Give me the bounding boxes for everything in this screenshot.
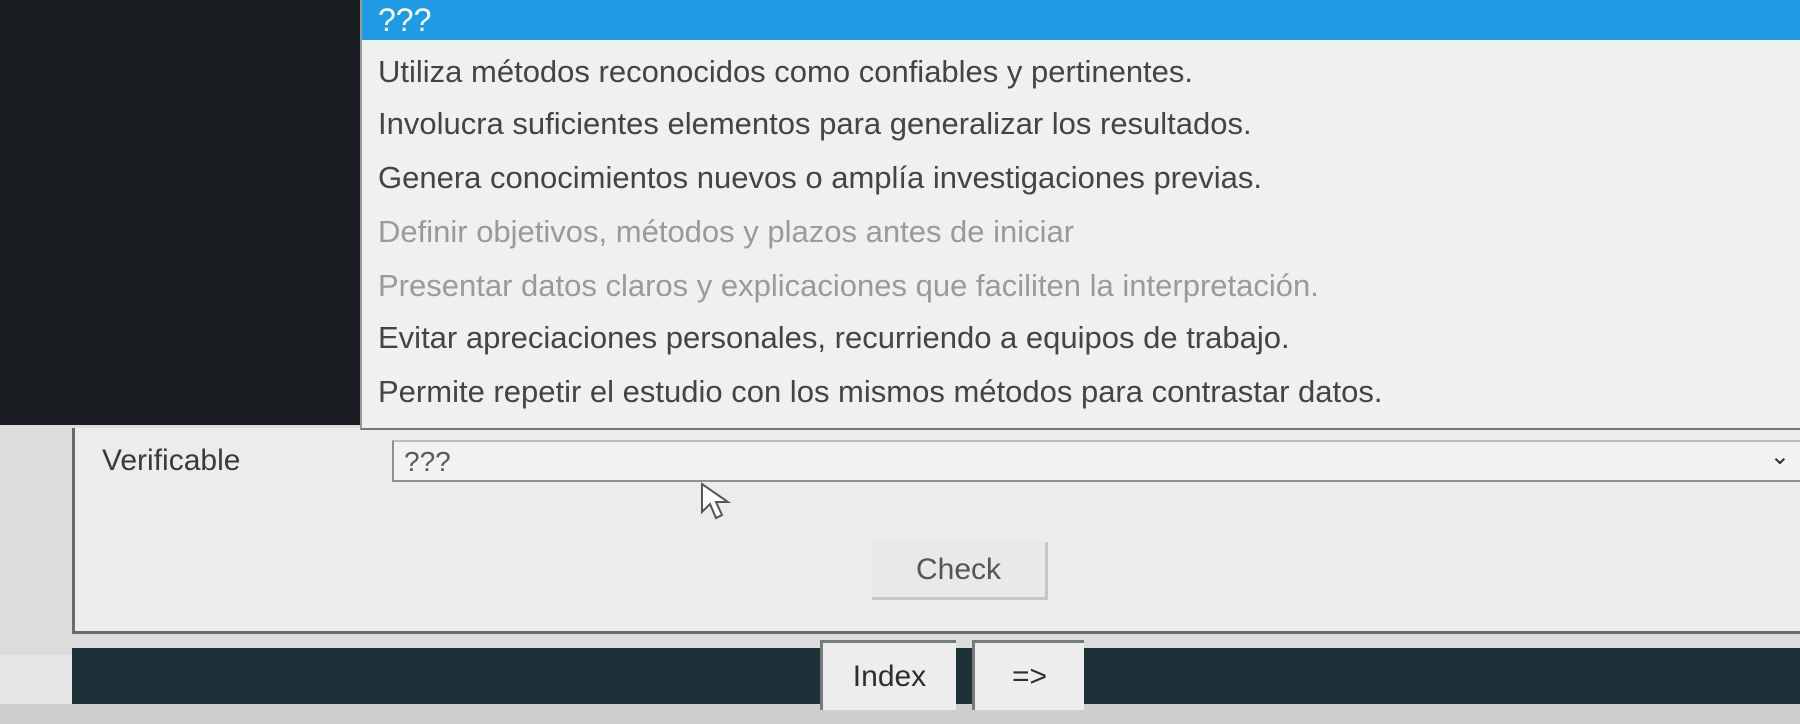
dropdown-option[interactable]: Genera conocimientos nuevos o amplía inv… <box>378 160 1262 196</box>
select-value: ??? <box>404 446 451 477</box>
index-button[interactable]: Index <box>820 640 956 710</box>
dropdown-list: ??? Utiliza métodos reconocidos como con… <box>360 0 1800 430</box>
check-button[interactable]: Check <box>872 542 1048 600</box>
dropdown-option-highlighted[interactable]: ??? <box>362 0 1800 40</box>
chevron-down-icon: ⌄ <box>1769 443 1790 470</box>
dropdown-option[interactable]: Permite repetir el estudio con los mismo… <box>378 374 1383 410</box>
next-button[interactable]: => <box>972 640 1084 710</box>
term-label: Verificable <box>102 444 241 477</box>
dropdown-option[interactable]: Presentar datos claros y explicaciones q… <box>378 268 1319 304</box>
dropdown-option[interactable]: Definir objetivos, métodos y plazos ante… <box>378 214 1074 250</box>
dropdown-option[interactable]: Utiliza métodos reconocidos como confiab… <box>378 54 1193 90</box>
dropdown-option[interactable]: Involucra suficientes elementos para gen… <box>378 106 1252 142</box>
answer-select[interactable]: ??? ⌄ <box>392 440 1800 482</box>
background-dark-area <box>0 0 378 425</box>
dropdown-header-label: ??? <box>378 2 432 38</box>
mouse-cursor-icon <box>701 482 732 520</box>
dropdown-option[interactable]: Evitar apreciaciones personales, recurri… <box>378 320 1290 356</box>
